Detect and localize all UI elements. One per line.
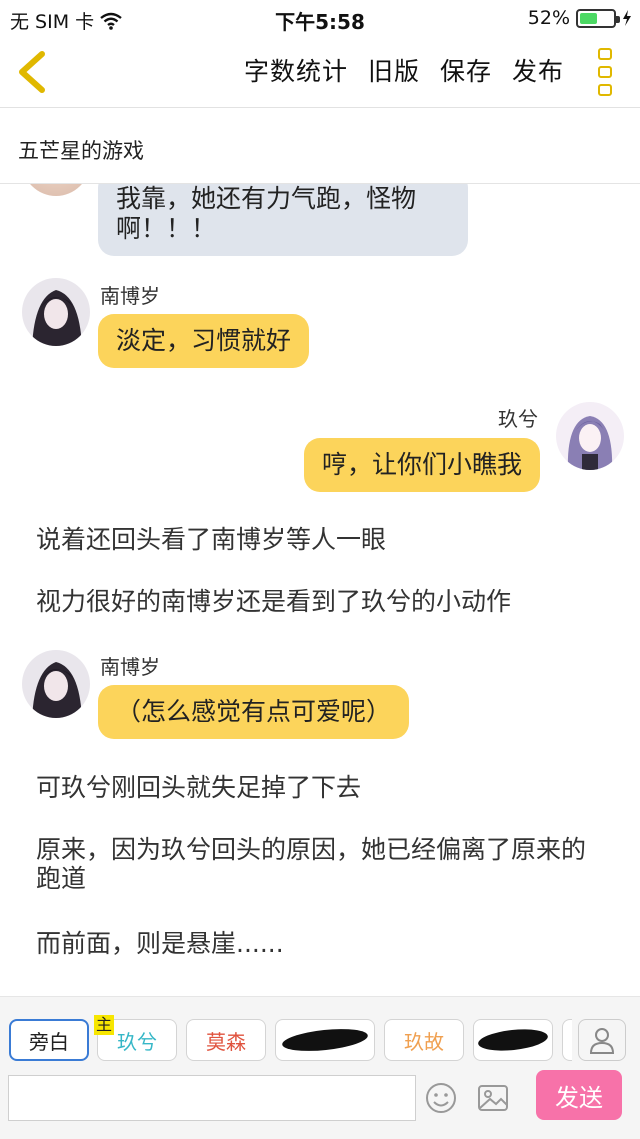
story-title[interactable]: 五芒星的游戏 [18, 135, 144, 165]
redaction-scribble [281, 1025, 369, 1055]
role-chip-redacted[interactable] [473, 1019, 553, 1061]
charging-icon [623, 10, 631, 26]
emoji-icon [426, 1083, 456, 1113]
narration-text[interactable]: 可玖兮刚回头就失足掉了下去 [36, 773, 616, 802]
old-version-button[interactable]: 旧版 [368, 52, 420, 88]
image-button[interactable] [476, 1081, 510, 1115]
role-chip-narrator[interactable]: 旁白 [9, 1019, 89, 1061]
emoji-button[interactable] [424, 1081, 458, 1115]
story-title-bar: 五芒星的游戏 [0, 109, 640, 184]
send-button[interactable]: 发送 [536, 1070, 622, 1120]
role-chip-redacted[interactable] [275, 1019, 375, 1061]
speaker-name: 南博岁 [100, 655, 160, 679]
battery-level [580, 12, 597, 24]
role-chip-jiugu[interactable]: 玖故 [384, 1019, 464, 1061]
speaker-name: 南博岁 [100, 284, 160, 308]
save-button[interactable]: 保存 [440, 52, 492, 88]
image-icon [478, 1085, 508, 1111]
back-button[interactable] [12, 50, 52, 94]
role-chip-mosen[interactable]: 莫森 [186, 1019, 266, 1061]
narration-text[interactable]: 原来，因为玖兮回头的原因，她已经偏离了原来的跑道 [36, 835, 601, 893]
composer-bar: 旁白 玖兮 主 莫森 玖故 发送 [0, 996, 640, 1139]
message-bubble[interactable]: 淡定，习惯就好 [98, 314, 310, 368]
nav-bar: 字数统计 旧版 保存 发布 [0, 36, 640, 108]
more-vertical-icon[interactable] [598, 48, 614, 96]
speaker-name: 玖兮 [498, 407, 538, 431]
status-right: 52% [528, 7, 632, 29]
message-input[interactable] [8, 1075, 416, 1121]
nav-actions: 字数统计 旧版 保存 发布 [244, 52, 564, 88]
main-character-badge: 主 [94, 1015, 115, 1035]
battery-icon [576, 8, 620, 28]
add-role-button[interactable] [578, 1019, 626, 1061]
message-bubble[interactable]: （怎么感觉有点可爱呢） [98, 685, 410, 739]
narration-text[interactable]: 视力很好的南博岁还是看到了玖兮的小动作 [36, 587, 616, 616]
status-bar: 无 SIM 卡 下午5:58 52% [0, 0, 640, 36]
story-content[interactable]: 我靠，她还有力气跑，怪物啊！！！ 南博岁 淡定，习惯就好 玖兮 哼，让你们小瞧我… [0, 184, 640, 996]
avatar[interactable] [22, 278, 90, 346]
narration-text[interactable]: 而前面，则是悬崖...... [36, 929, 616, 958]
role-chip-partial[interactable] [562, 1019, 572, 1061]
avatar[interactable] [22, 650, 90, 718]
person-icon [589, 1028, 615, 1054]
redaction-scribble [477, 1026, 549, 1054]
avatar[interactable] [556, 402, 624, 470]
avatar[interactable] [22, 184, 90, 196]
word-count-button[interactable]: 字数统计 [244, 52, 348, 88]
publish-button[interactable]: 发布 [512, 52, 564, 88]
message-bubble[interactable]: 哼，让你们小瞧我 [303, 438, 540, 492]
battery-percent: 52% [527, 7, 570, 29]
narration-text[interactable]: 说着还回头看了南博岁等人一眼 [36, 525, 616, 554]
message-bubble[interactable]: 我靠，她还有力气跑，怪物啊！！！ [98, 184, 468, 256]
chevron-left-icon [19, 51, 45, 93]
